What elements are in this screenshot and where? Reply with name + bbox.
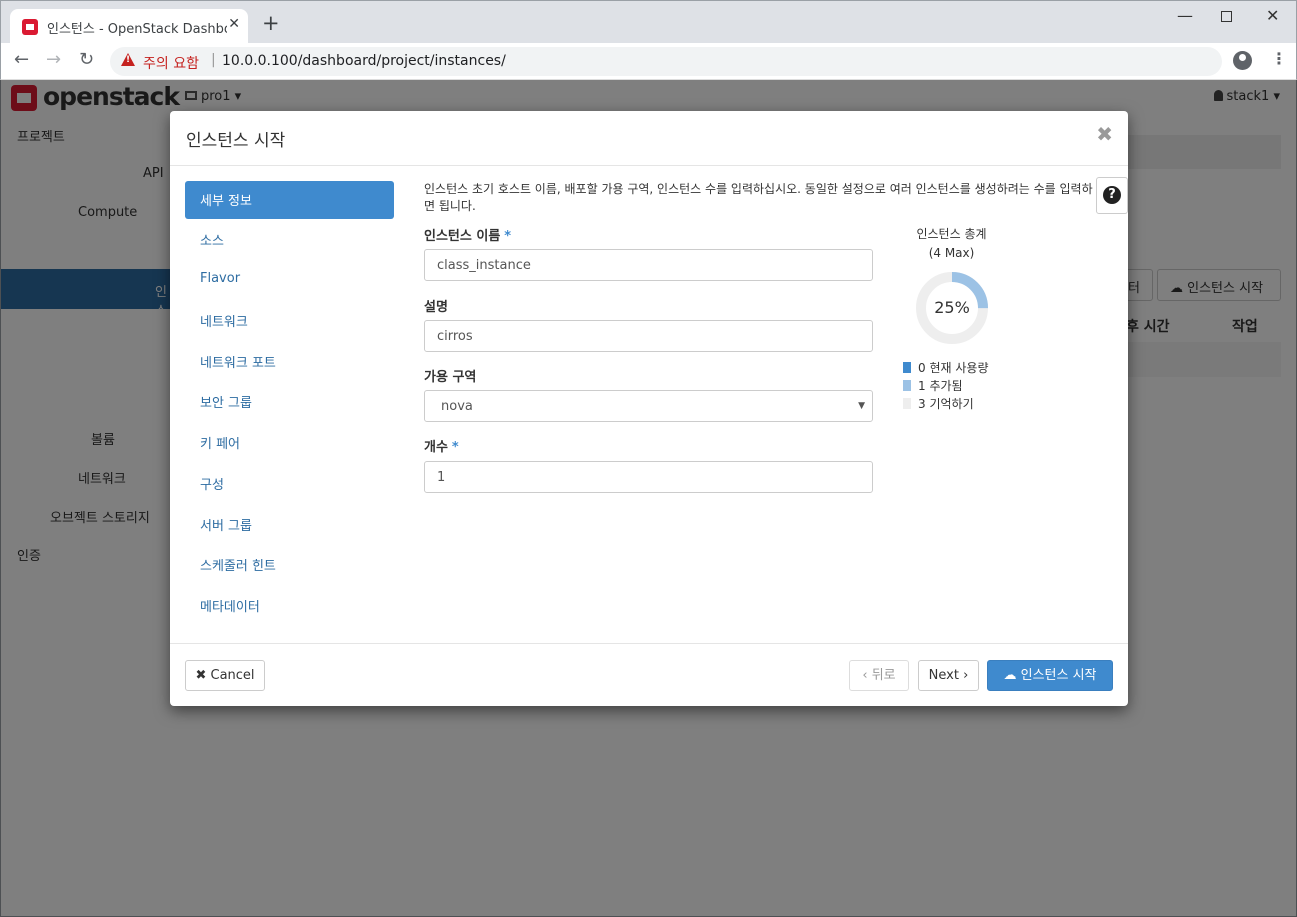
browser-tabbar: 인스턴스 - OpenStack Dashboar ✕ + — ✕ [0, 0, 1297, 44]
legend-swatch [903, 380, 911, 391]
legend-value: 3 [918, 397, 926, 411]
legend-label: 현재 사용량 [929, 361, 989, 375]
availability-zone-label: 가용 구역 [424, 370, 477, 385]
step-key-pair[interactable]: 키 페어 [185, 424, 394, 462]
browser-navbar: ← → ↻ 주의 요함 | 10.0.0.100/dashboard/proje… [0, 43, 1297, 80]
quota-title-text: 인스턴스 총계 [916, 227, 987, 241]
availability-zone-select[interactable]: nova ▼ [424, 390, 873, 422]
step-details[interactable]: 세부 정보 [185, 181, 394, 219]
browser-tab[interactable]: 인스턴스 - OpenStack Dashboar ✕ [10, 9, 248, 44]
cancel-button[interactable]: ✖ Cancel [185, 660, 265, 691]
tab-title: 인스턴스 - OpenStack Dashboar [47, 22, 227, 37]
next-button[interactable]: Next › [918, 660, 979, 691]
chevron-right-icon: › [963, 668, 969, 683]
step-scheduler-hints[interactable]: 스케줄러 힌트 [185, 546, 394, 584]
legend-swatch [903, 362, 911, 373]
openstack-favicon-icon [22, 19, 38, 35]
warning-icon [121, 53, 135, 66]
required-asterisk-icon: * [451, 440, 459, 455]
quota-max: (4 Max) [928, 246, 975, 260]
description-input[interactable] [424, 320, 873, 352]
cancel-label: Cancel [210, 668, 255, 683]
tab-close-icon[interactable]: ✕ [228, 16, 240, 32]
next-label: Next [928, 668, 959, 683]
forward-arrow-icon[interactable]: → [46, 49, 61, 70]
back-arrow-icon[interactable]: ← [14, 49, 29, 70]
back-label: 뒤로 [871, 668, 896, 683]
step-network-ports[interactable]: 네트워크 포트 [185, 343, 394, 381]
description-label: 설명 [424, 300, 448, 315]
chevron-down-icon: ▼ [858, 401, 865, 411]
help-button[interactable] [1096, 177, 1128, 214]
new-tab-icon[interactable]: + [262, 13, 280, 34]
window-close-icon[interactable]: ✕ [1266, 6, 1279, 25]
legend-value: 0 [918, 361, 926, 375]
availability-zone-value: nova [441, 399, 473, 414]
legend-added: 1 추가됨 [903, 377, 963, 394]
divider [170, 643, 1128, 644]
legend-remaining: 3 기억하기 [903, 395, 974, 412]
instance-name-label-text: 인스턴스 이름 [424, 229, 501, 244]
legend-label: 기억하기 [929, 397, 974, 411]
close-icon: ✖ [195, 668, 207, 683]
url-separator: | [211, 52, 216, 68]
reload-icon[interactable]: ↻ [79, 49, 94, 70]
legend-label: 추가됨 [929, 379, 963, 393]
launch-instance-button[interactable]: ☁ 인스턴스 시작 [987, 660, 1113, 691]
step-source[interactable]: 소스 [185, 221, 394, 259]
step-metadata[interactable]: 메타데이터 [185, 587, 394, 625]
step-security-groups[interactable]: 보안 그룹 [185, 383, 394, 421]
back-button[interactable]: ‹ 뒤로 [849, 660, 909, 691]
modal-title: 인스턴스 시작 [186, 131, 286, 151]
url-text[interactable]: 10.0.0.100/dashboard/project/instances/ [222, 53, 506, 69]
step-server-groups[interactable]: 서버 그룹 [185, 506, 394, 544]
modal-close-icon[interactable]: ✖ [1096, 122, 1113, 146]
help-text: 인스턴스 초기 호스트 이름, 배포할 가용 구역, 인스턴스 수를 입력하십시… [424, 182, 1093, 213]
minimize-icon[interactable]: — [1177, 6, 1193, 25]
quota-percent: 25% [934, 298, 970, 317]
instance-name-input[interactable] [424, 249, 873, 281]
legend-value: 1 [918, 379, 926, 393]
instance-name-label: 인스턴스 이름 * [424, 225, 511, 244]
launch-label: 인스턴스 시작 [1020, 668, 1097, 683]
count-label: 개수 * [424, 436, 459, 455]
launch-instance-modal: 인스턴스 시작 ✖ 세부 정보 소스 Flavor 네트워크 네트워크 포트 보… [170, 111, 1128, 706]
count-label-text: 개수 [424, 440, 448, 455]
chevron-left-icon: ‹ [862, 668, 868, 683]
divider [170, 165, 1128, 166]
step-configuration[interactable]: 구성 [185, 465, 394, 503]
legend-swatch [903, 398, 911, 409]
legend-current-usage: 0 현재 사용량 [903, 359, 988, 376]
profile-avatar-icon[interactable] [1233, 51, 1252, 70]
required-asterisk-icon: * [504, 229, 512, 244]
browser-menu-icon[interactable]: ⋮ [1271, 49, 1287, 68]
security-warning[interactable]: 주의 요함 [143, 53, 199, 73]
step-flavor[interactable]: Flavor [185, 262, 394, 300]
step-networks[interactable]: 네트워크 [185, 302, 394, 340]
quota-title: 인스턴스 총계 (4 Max) [894, 225, 1009, 263]
cloud-upload-icon: ☁ [1003, 668, 1017, 683]
maximize-icon[interactable] [1221, 11, 1232, 22]
count-input[interactable] [424, 461, 873, 493]
address-bar[interactable]: 주의 요함 | 10.0.0.100/dashboard/project/ins… [110, 47, 1222, 76]
